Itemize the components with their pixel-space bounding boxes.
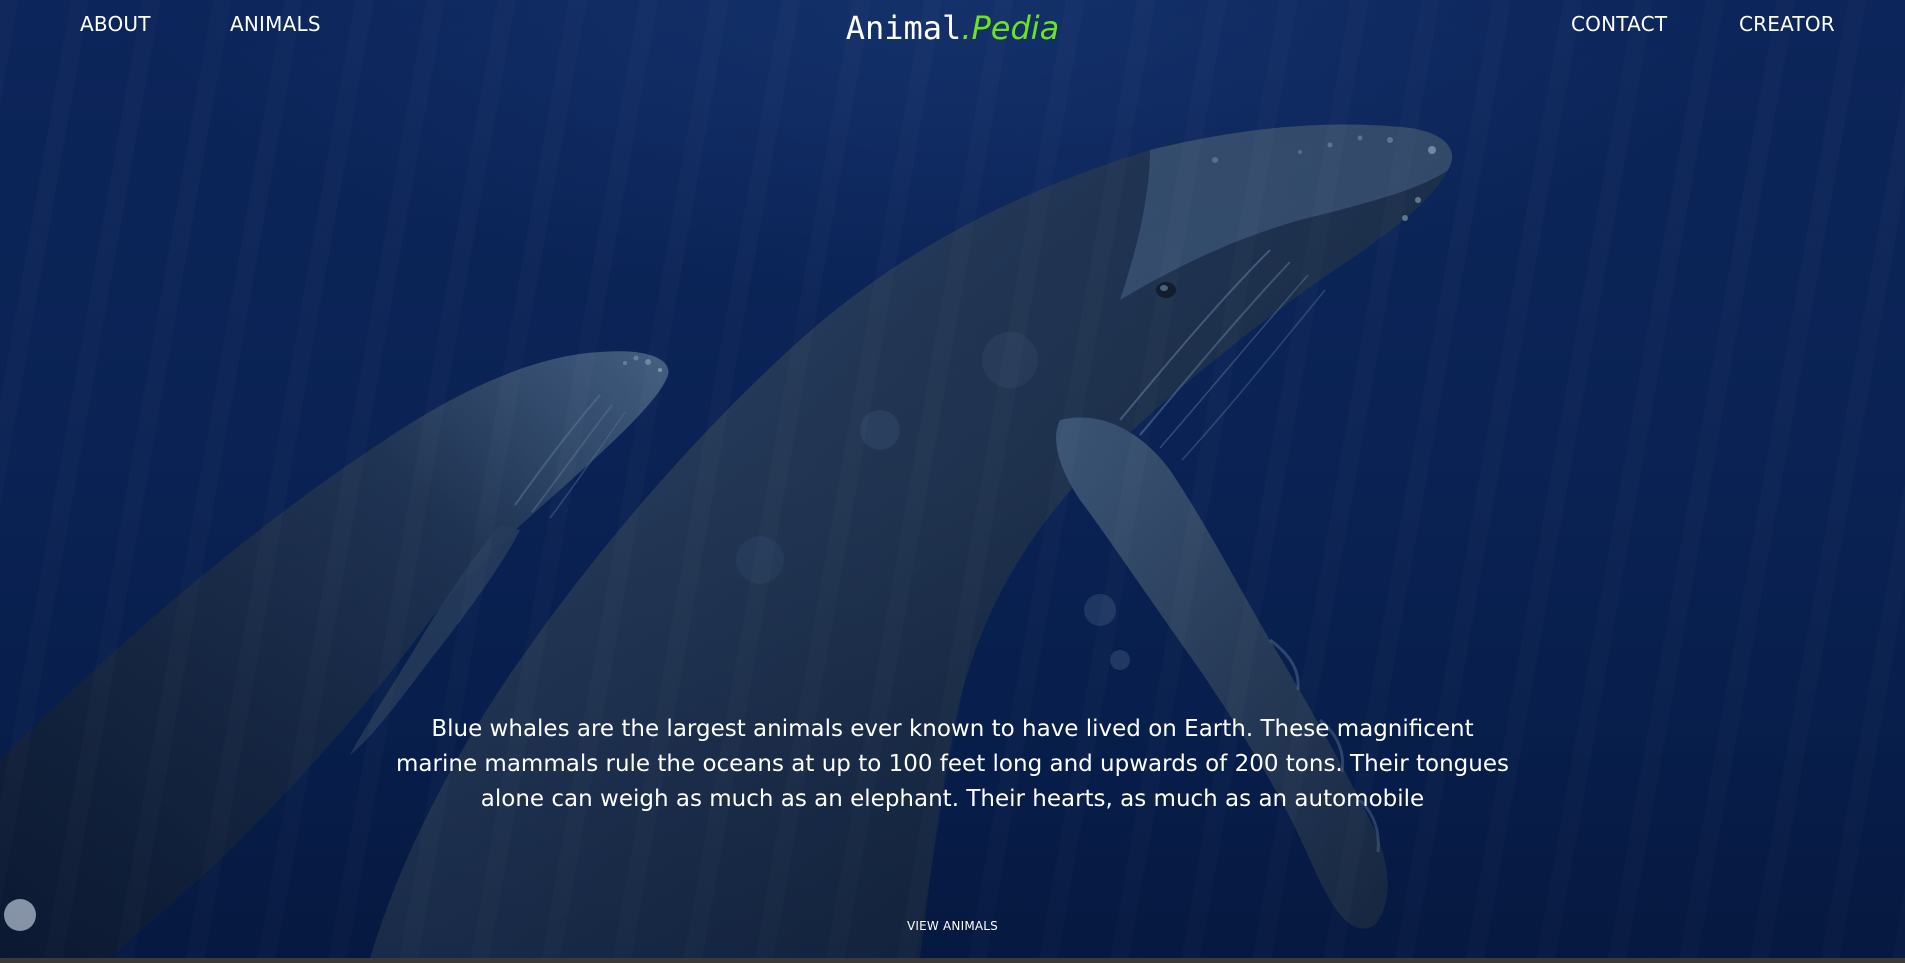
logo-main-text: Animal — [845, 9, 962, 47]
bottom-border — [0, 958, 1905, 963]
hero-description: Blue whales are the largest animals ever… — [396, 716, 1509, 812]
view-animals-link[interactable]: VIEW ANIMALS — [907, 919, 998, 933]
nav-creator-link[interactable]: CREATOR — [1739, 11, 1835, 37]
hero-section: ABOUT ANIMALS Animal.Pedia CONTACT CREAT… — [0, 0, 1905, 958]
nav-animals-link[interactable]: ANIMALS — [230, 11, 321, 37]
nav-contact-link[interactable]: CONTACT — [1571, 11, 1667, 37]
nav-about-link[interactable]: ABOUT — [80, 11, 151, 37]
logo-accent-text: .Pedia — [961, 9, 1060, 47]
site-logo[interactable]: Animal.Pedia — [845, 9, 1060, 47]
